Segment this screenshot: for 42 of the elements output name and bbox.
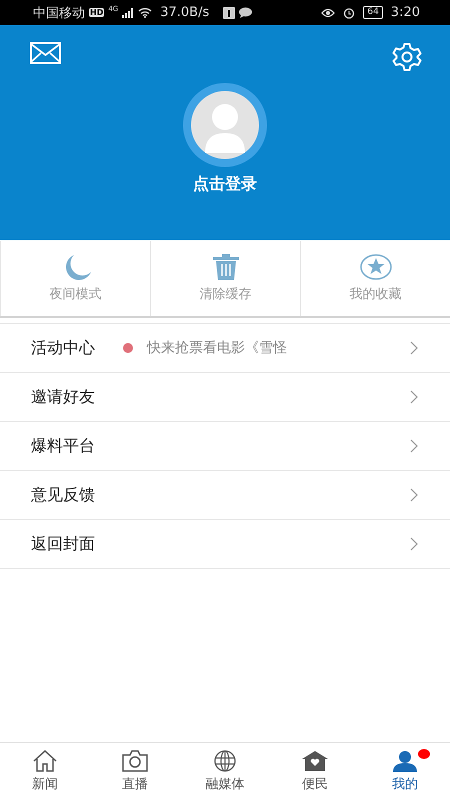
- eye-icon: [321, 8, 336, 18]
- chevron-right-icon: [410, 341, 418, 355]
- tab-button[interactable]: 便民: [270, 743, 360, 800]
- carrier-name: 中国移动: [33, 4, 85, 22]
- tab-button[interactable]: 我的: [360, 743, 450, 800]
- alarm-icon: [343, 6, 356, 18]
- trash-icon: [212, 254, 240, 280]
- menu-item[interactable]: 活动中心 快来抢票看电影《雪怪: [0, 324, 450, 373]
- clock-time: 3:20: [390, 5, 420, 20]
- menu-item[interactable]: 意见反馈: [0, 471, 450, 520]
- chevron-right-icon: [410, 439, 418, 453]
- person-icon: [392, 750, 418, 772]
- menu-label: 邀请好友: [31, 386, 95, 408]
- menu-label: 返回封面: [31, 534, 95, 554]
- notification-icon: [223, 6, 236, 18]
- menu-label: 活动中心: [31, 338, 95, 358]
- wifi-icon: [138, 7, 152, 18]
- menu-note: 快来抢票看电影《雪怪: [147, 339, 287, 357]
- house-heart-icon: [302, 750, 328, 772]
- hd-badge: HD: [89, 8, 104, 17]
- network-speed: 37.0B/s: [160, 5, 210, 20]
- menu-label: 爆料平台: [31, 436, 95, 456]
- menu-label: 意见反馈: [31, 484, 95, 506]
- battery-icon: 64: [363, 6, 383, 19]
- tab-button[interactable]: 直播: [90, 743, 180, 800]
- tab-button[interactable]: 新闻: [0, 743, 90, 800]
- mail-icon[interactable]: [30, 42, 61, 64]
- login-button[interactable]: 点击登录: [193, 174, 257, 195]
- tab-button[interactable]: 融媒体: [180, 743, 270, 800]
- menu-item[interactable]: 邀请好友: [0, 373, 450, 422]
- menu-item[interactable]: 爆料平台: [0, 422, 450, 471]
- globe-icon: [212, 750, 238, 772]
- signal-icon: [122, 8, 134, 18]
- chevron-right-icon: [410, 488, 418, 502]
- settings-icon[interactable]: [392, 42, 422, 72]
- chevron-right-icon: [410, 537, 418, 551]
- chevron-right-icon: [410, 390, 418, 404]
- menu-item[interactable]: 返回封面: [0, 520, 450, 569]
- avatar-icon[interactable]: [183, 83, 267, 167]
- chat-icon: [239, 7, 252, 18]
- camera-icon: [122, 750, 148, 772]
- home-icon: [32, 750, 58, 772]
